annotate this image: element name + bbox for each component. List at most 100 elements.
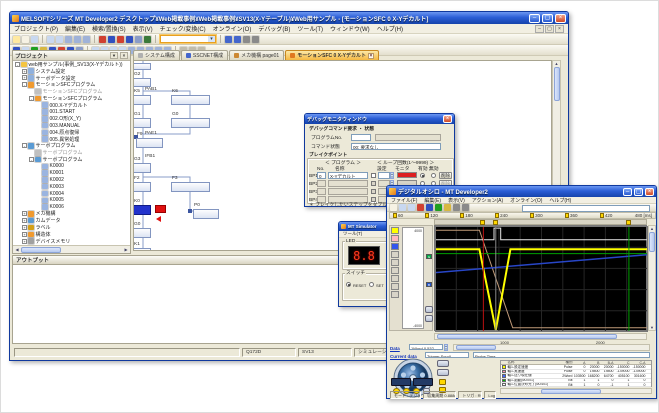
scrollbar-thumb[interactable] bbox=[437, 334, 617, 339]
small-button[interactable] bbox=[425, 315, 433, 322]
program-no-field[interactable] bbox=[351, 134, 371, 141]
menu-item[interactable]: ツール(T) bbox=[297, 24, 323, 33]
dial-button[interactable] bbox=[437, 360, 449, 367]
toolbar-icon[interactable] bbox=[117, 36, 124, 43]
yellow-tag-icon[interactable] bbox=[495, 213, 499, 218]
scope-plot[interactable] bbox=[434, 225, 647, 331]
yellow-tag-icon[interactable] bbox=[425, 213, 429, 218]
channel-color-button[interactable] bbox=[391, 251, 399, 258]
scrollbar-thumb[interactable] bbox=[21, 247, 61, 253]
yellow-tag-icon[interactable] bbox=[530, 213, 534, 218]
scroll-right-icon[interactable]: ▶ bbox=[122, 247, 130, 252]
sfc-node-g3[interactable] bbox=[133, 163, 151, 173]
sfc-node-f9[interactable] bbox=[136, 138, 163, 148]
tree-item[interactable]: K0002 bbox=[13, 177, 130, 184]
navy-button[interactable] bbox=[391, 378, 411, 386]
yellow-tag-icon[interactable] bbox=[393, 213, 397, 218]
toolbar-icon[interactable] bbox=[31, 36, 38, 43]
toolbar-icon[interactable] bbox=[144, 36, 151, 43]
tree-expander-icon[interactable]: + bbox=[22, 75, 27, 80]
debug-dialog-title-bar[interactable]: デバッグモニタウィンドウ × bbox=[305, 114, 454, 124]
bp-loop-field[interactable] bbox=[378, 172, 390, 179]
scrollbar-thumb[interactable] bbox=[541, 389, 601, 394]
menu-item[interactable]: ウィンドウ(W) bbox=[330, 24, 370, 33]
maximize-button[interactable]: ▢ bbox=[634, 188, 643, 196]
menu-item[interactable]: 編集(E) bbox=[65, 24, 85, 33]
tree-item[interactable]: +カムデータ bbox=[13, 217, 130, 224]
set-radio[interactable] bbox=[369, 282, 374, 287]
menu-item[interactable]: ツール(T) bbox=[343, 231, 362, 237]
tab-メカ機構 page01[interactable]: メカ機構 page01 bbox=[229, 50, 284, 60]
toolbar-icon[interactable] bbox=[234, 36, 241, 43]
bp-enable-radio[interactable] bbox=[420, 173, 425, 178]
sfc-node-box[interactable] bbox=[133, 63, 151, 70]
close-button[interactable]: × bbox=[555, 14, 566, 23]
tree-item[interactable]: +メカ機構 bbox=[13, 211, 130, 218]
menu-item[interactable]: 表示(V) bbox=[448, 197, 465, 204]
toolbar-icon[interactable] bbox=[22, 36, 29, 43]
toolbar-icon[interactable] bbox=[462, 204, 469, 211]
toolbar-icon[interactable] bbox=[126, 36, 133, 43]
yellow-tag-icon[interactable] bbox=[460, 213, 464, 218]
channel-color-button[interactable] bbox=[391, 259, 399, 266]
menu-item[interactable]: ヘルプ(H) bbox=[549, 197, 571, 204]
tree-expander-icon[interactable]: + bbox=[22, 69, 27, 74]
bp-disable-radio[interactable] bbox=[431, 173, 436, 178]
tree-expander-icon[interactable]: + bbox=[22, 239, 27, 244]
close-button[interactable]: × bbox=[443, 115, 452, 123]
yellow-tag-icon[interactable] bbox=[600, 213, 604, 218]
tree-item[interactable]: K0003 bbox=[13, 183, 130, 190]
data-hscrollbar[interactable] bbox=[453, 344, 650, 351]
scrollbar-thumb[interactable] bbox=[456, 345, 496, 350]
toolbar-icon[interactable] bbox=[56, 36, 63, 43]
tree-item[interactable]: +デバイスメモリ bbox=[13, 238, 130, 245]
scope-title-bar[interactable]: デジタルオシロ - MT Developer2 – ▢ × bbox=[387, 186, 656, 197]
bp-checkbox[interactable] bbox=[371, 181, 376, 186]
bp-no-field[interactable]: 0 bbox=[317, 172, 326, 179]
mdi-minimize-icon[interactable]: – bbox=[535, 25, 544, 33]
toolbar-icon[interactable] bbox=[13, 36, 20, 43]
channel-color-button[interactable] bbox=[391, 283, 399, 290]
menu-item[interactable]: チェック/変換(C) bbox=[160, 24, 206, 33]
menu-item[interactable]: デバッグ(B) bbox=[258, 24, 290, 33]
channel-color-button[interactable] bbox=[391, 267, 399, 274]
tree-expander-icon[interactable]: + bbox=[22, 225, 27, 230]
channel-color-button[interactable] bbox=[391, 235, 399, 242]
tree-expander-icon[interactable]: - bbox=[22, 82, 27, 87]
sfc-node-k1[interactable] bbox=[133, 248, 151, 251]
scroll-up-icon[interactable]: ▲ bbox=[555, 61, 559, 66]
plot-vscrollbar[interactable]: ▲ ▼ bbox=[648, 225, 656, 331]
delete-button[interactable]: 削除 bbox=[439, 172, 452, 179]
channel-color-button[interactable] bbox=[391, 227, 399, 234]
tree-item[interactable]: -web用サンプル(事例_SV13(X-Yデカルト)) bbox=[13, 61, 130, 68]
dial-button[interactable] bbox=[437, 369, 449, 376]
yellow-tag-icon[interactable] bbox=[565, 213, 569, 218]
tree-item[interactable]: -サーボプログラム bbox=[13, 156, 130, 163]
scroll-down-icon[interactable]: ▼ bbox=[650, 325, 654, 330]
menu-item[interactable]: ヘルプ(H) bbox=[377, 24, 403, 33]
bp-checkbox[interactable] bbox=[371, 189, 376, 194]
scope-toolbar-input[interactable] bbox=[522, 205, 650, 212]
close-button[interactable]: × bbox=[645, 188, 654, 196]
sfc-node-g1[interactable] bbox=[133, 118, 151, 128]
toolbar-icon[interactable] bbox=[74, 36, 81, 43]
yellow-led-button[interactable] bbox=[439, 379, 446, 385]
plot-hscrollbar[interactable] bbox=[434, 333, 647, 340]
sfc-node-p0[interactable] bbox=[193, 209, 219, 219]
bp-name-field[interactable]: X-Yデカルト bbox=[328, 172, 368, 179]
reset-radio[interactable] bbox=[346, 282, 351, 287]
mdi-restore-icon[interactable]: ▢ bbox=[545, 25, 554, 33]
tree-item[interactable]: +ラベル bbox=[13, 224, 130, 231]
menu-item[interactable]: オンライン(O) bbox=[213, 24, 252, 33]
channel-color-button[interactable] bbox=[391, 291, 399, 298]
tree-item[interactable]: K0001 bbox=[13, 170, 130, 177]
menu-item[interactable]: アクション(A) bbox=[472, 197, 503, 204]
tree-expander-icon[interactable]: + bbox=[22, 211, 27, 216]
pin-icon[interactable]: ▾ bbox=[110, 52, 118, 59]
sfc-node-k5[interactable] bbox=[133, 95, 151, 105]
tree-expander-icon[interactable]: - bbox=[29, 96, 34, 101]
tab-モーションSFC 0 X-Yデカルト[interactable]: モーションSFC 0 X-Yデカルト× bbox=[285, 50, 379, 60]
breakpoint-marker[interactable] bbox=[155, 205, 166, 213]
device-combo[interactable]: ▾ bbox=[160, 35, 216, 43]
main-title-bar[interactable]: MELSOFTシリーズ MT Developer2 デスクトップ¥Web掲載事例… bbox=[10, 12, 568, 24]
